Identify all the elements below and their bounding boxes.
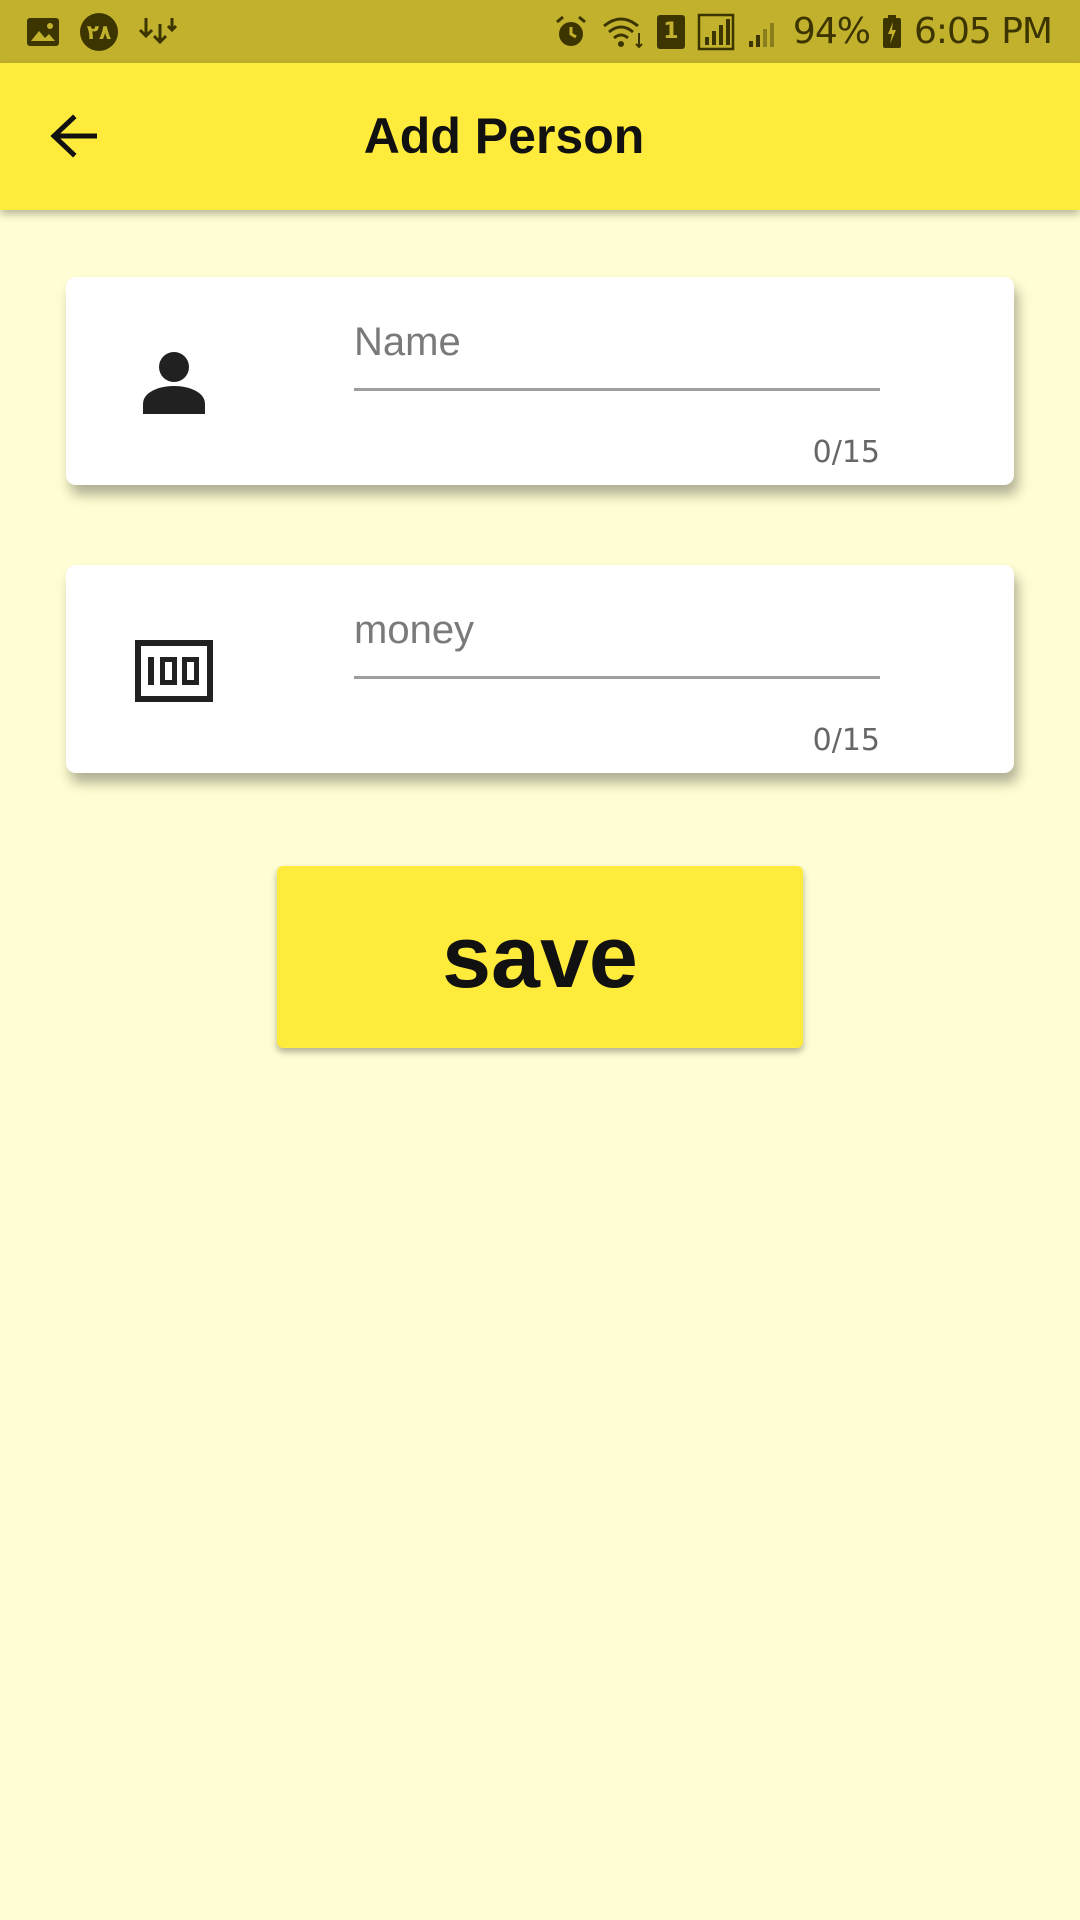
status-left: ۲۸ <box>26 0 178 63</box>
download-icon <box>138 16 178 48</box>
alarm-icon <box>553 14 589 50</box>
battery-charging-icon <box>882 14 902 49</box>
money-card: 0/15 <box>66 565 1014 773</box>
save-button[interactable]: save <box>277 866 803 1048</box>
money-char-counter: 0/15 <box>812 723 880 758</box>
name-card: 0/15 <box>66 277 1014 485</box>
name-field[interactable] <box>354 307 880 391</box>
money-field[interactable] <box>354 595 880 679</box>
name-char-counter: 0/15 <box>812 435 880 470</box>
money-icon <box>134 631 214 711</box>
status-right: 1 94% 6:05 PM <box>553 0 1053 63</box>
page-title: Add Person <box>363 108 645 164</box>
app-bar: Add Person <box>0 63 1080 210</box>
sim-icon: 1 <box>656 14 685 49</box>
signal-weak-icon <box>747 15 781 49</box>
image-icon <box>26 17 60 47</box>
signal-icon <box>697 13 735 51</box>
wifi-icon <box>601 15 645 49</box>
person-icon <box>134 343 214 423</box>
notification-badge-icon: ۲۸ <box>80 12 118 51</box>
status-bar: ۲۸ 1 94% 6:05 PM <box>0 0 1080 63</box>
status-time: 6:05 PM <box>913 11 1053 52</box>
battery-percentage: 94% <box>792 11 871 52</box>
